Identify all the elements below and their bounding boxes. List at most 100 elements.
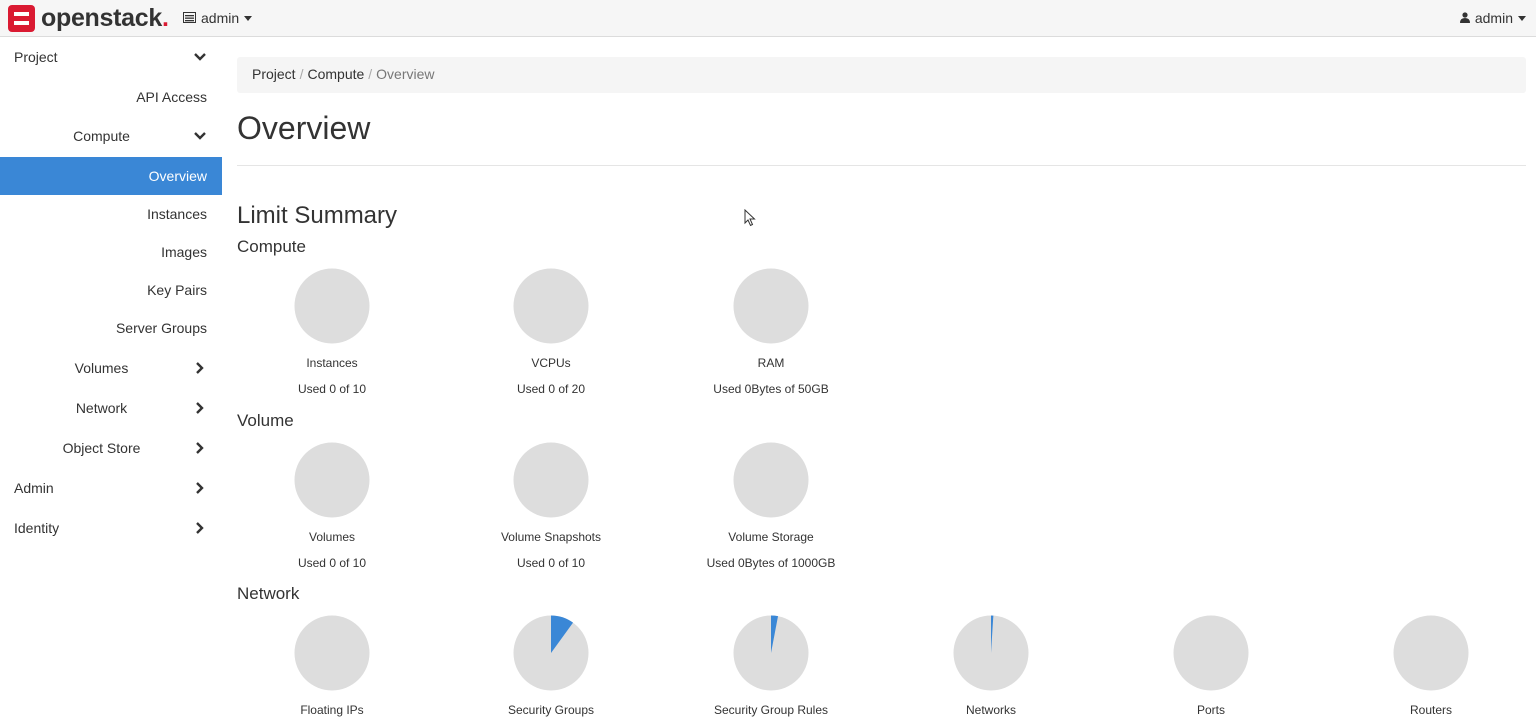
quota-chart-usage: Used 0 of 20 — [516, 382, 586, 396]
project-switcher-dropdown[interactable]: admin — [183, 10, 253, 26]
sidebar-item-label: Images — [161, 244, 207, 260]
pie-background — [294, 268, 370, 344]
chevron-down-icon — [194, 132, 206, 140]
quota-chart-security-group-rules: Security Group Rules — [661, 615, 881, 717]
page-title: Overview — [237, 110, 371, 146]
quota-chart-usage: Used 0Bytes of 50GB — [713, 382, 829, 396]
pie-chart — [513, 442, 589, 518]
pie-background — [733, 268, 809, 344]
pie-chart — [733, 268, 809, 344]
pie-background — [733, 442, 809, 518]
section-heading-volume: Volume — [237, 411, 294, 430]
pie-chart — [733, 615, 809, 691]
caret-down-icon — [1518, 15, 1526, 21]
chevron-right-icon — [196, 522, 204, 534]
mouse-cursor-icon — [744, 208, 756, 232]
quota-chart-volume-snapshots: Volume Snapshots Used 0 of 10 — [441, 442, 661, 570]
caret-down-icon — [244, 15, 253, 21]
chevron-down-icon — [194, 53, 206, 61]
limit-summary-heading: Limit Summary — [237, 202, 398, 229]
quota-chart-name: Security Group Rules — [713, 703, 829, 717]
sidebar-item-label: Volumes — [74, 360, 129, 376]
sidebar-item-label: Admin — [14, 480, 54, 496]
quota-chart-vcpus: VCPUs Used 0 of 20 — [441, 268, 661, 396]
title-divider — [237, 165, 1526, 166]
sidebar-item-label: Identity — [14, 520, 60, 536]
section-heading-compute: Compute — [237, 237, 306, 256]
pie-chart — [294, 268, 370, 344]
project-list-icon — [183, 10, 196, 26]
sidebar-item-server-groups[interactable]: Server Groups — [0, 309, 222, 347]
chevron-right-icon — [196, 402, 204, 414]
main-content: Project / Compute / Overview Overview Limit … — [237, 38, 1526, 720]
sidebar-item-api-access[interactable]: API Access — [0, 78, 222, 116]
openstack-logo-icon — [8, 4, 35, 32]
pie-chart — [294, 442, 370, 518]
pie-background — [294, 615, 370, 691]
pie-background — [1393, 615, 1469, 691]
quota-chart-name: Routers — [1409, 703, 1453, 717]
quota-chart-name: Instances — [306, 356, 358, 370]
openstack-logo[interactable]: openstack. — [8, 4, 169, 32]
sidebar-item-volumes[interactable]: Volumes — [0, 349, 222, 387]
quota-chart-name: Security Groups — [507, 703, 595, 717]
sidebar-item-instances[interactable]: Instances — [0, 195, 222, 233]
quota-chart-name: Floating IPs — [300, 703, 364, 717]
pie-background — [513, 442, 589, 518]
quota-chart-name: Networks — [965, 703, 1016, 717]
quota-chart-name: Ports — [1196, 703, 1225, 717]
sidebar-item-label: Object Store — [62, 440, 141, 456]
chevron-right-icon — [196, 442, 204, 454]
quota-chart-name: Volumes — [308, 530, 356, 544]
project-switcher-label: admin — [201, 10, 240, 26]
top-navbar: openstack. admin admin — [0, 0, 1536, 37]
quota-chart-usage: Used 0 of 10 — [516, 556, 586, 570]
pie-chart — [953, 615, 1029, 691]
breadcrumb-link-compute[interactable]: Compute — [307, 66, 364, 82]
brand-dot: . — [161, 3, 169, 32]
sidebar-item-object-store[interactable]: Object Store — [0, 429, 222, 467]
pie-chart — [1393, 615, 1469, 691]
sidebar-item-label: Compute — [73, 128, 130, 144]
quota-chart-name: VCPUs — [531, 356, 571, 370]
user-menu-label: admin — [1474, 10, 1513, 26]
pie-chart — [294, 615, 370, 691]
sidebar-item-network[interactable]: Network — [0, 389, 222, 427]
quota-chart-instances: Instances Used 0 of 10 — [222, 268, 442, 396]
sidebar-item-key-pairs[interactable]: Key Pairs — [0, 271, 222, 309]
sidebar-item-label: API Access — [136, 89, 207, 105]
sidebar-item-admin[interactable]: Admin — [0, 469, 222, 507]
sidebar-item-label: Server Groups — [115, 320, 207, 336]
quota-chart-volume-storage: Volume Storage Used 0Bytes of 1000GB — [661, 442, 881, 570]
brand-name: openstack — [41, 3, 162, 32]
sidebar-item-images[interactable]: Images — [0, 233, 222, 271]
breadcrumb-separator: / — [299, 66, 304, 82]
pie-chart — [513, 268, 589, 344]
breadcrumb-separator: / — [368, 66, 373, 82]
chevron-right-icon — [196, 482, 204, 494]
quota-chart-usage: Used 0 of 10 — [297, 556, 367, 570]
quota-chart-ram: RAM Used 0Bytes of 50GB — [661, 268, 881, 396]
section-heading-network: Network — [237, 584, 300, 603]
breadcrumb-link-project[interactable]: Project — [252, 66, 296, 82]
breadcrumb: Project / Compute / Overview — [237, 57, 1526, 93]
quota-chart-name: RAM — [757, 356, 785, 370]
sidebar-item-label: Key Pairs — [147, 282, 207, 298]
user-menu-dropdown[interactable]: admin — [1459, 10, 1526, 26]
quota-chart-volumes: Volumes Used 0 of 10 — [222, 442, 442, 570]
sidebar-item-overview[interactable]: Overview — [0, 157, 222, 195]
pie-background — [294, 442, 370, 518]
sidebar-item-label: Overview — [148, 168, 207, 184]
quota-chart-ports: Ports — [1101, 615, 1321, 717]
quota-chart-name: Volume Storage — [728, 530, 814, 544]
pie-background — [513, 268, 589, 344]
sidebar-item-label: Project — [14, 49, 58, 65]
sidebar-item-label: Network — [75, 400, 128, 416]
sidebar-item-compute[interactable]: Compute — [0, 117, 222, 155]
quota-chart-routers: Routers — [1321, 615, 1536, 717]
sidebar-item-identity[interactable]: Identity — [0, 509, 222, 547]
pie-chart — [733, 442, 809, 518]
user-icon — [1459, 10, 1470, 26]
sidebar-item-label: Instances — [147, 206, 207, 222]
sidebar-item-project[interactable]: Project — [0, 38, 222, 76]
